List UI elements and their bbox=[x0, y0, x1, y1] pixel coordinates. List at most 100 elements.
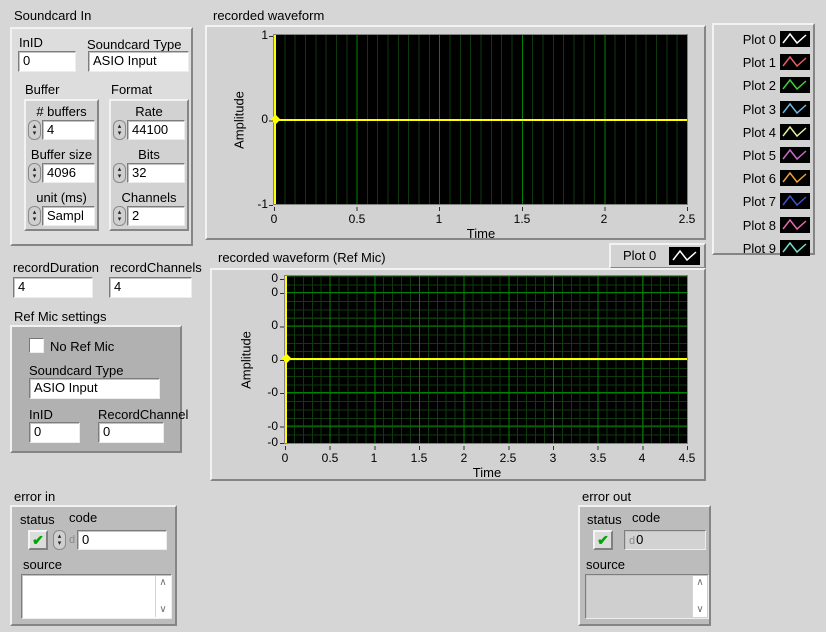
rate-field[interactable]: 44100 bbox=[127, 120, 185, 140]
graph2-ytick-marks bbox=[280, 293, 284, 433]
graph2-plot-area[interactable] bbox=[284, 275, 688, 444]
scroll-down-icon[interactable]: ∨ bbox=[156, 604, 170, 616]
legend-swatch[interactable] bbox=[780, 101, 810, 117]
error-in-code-field[interactable]: 0 bbox=[77, 530, 167, 550]
decrement-icon[interactable]: ▾ bbox=[33, 216, 37, 223]
scroll-up-icon[interactable]: ∧ bbox=[693, 577, 707, 589]
bits-spinner[interactable]: ▴▾ bbox=[113, 163, 126, 183]
ref-soundcard-type-label: Soundcard Type bbox=[29, 363, 123, 378]
rate-spinner[interactable]: ▴▾ bbox=[113, 120, 126, 140]
graph2-xtick: 0.5 bbox=[310, 451, 350, 465]
unit-label: unit (ms) bbox=[26, 190, 97, 205]
legend-swatch[interactable] bbox=[780, 217, 810, 233]
graph2-xtick: 2 bbox=[444, 451, 484, 465]
scroll-up-icon[interactable]: ∧ bbox=[156, 577, 170, 589]
soundcard-in-title: Soundcard In bbox=[14, 8, 91, 23]
increment-icon[interactable]: ▴ bbox=[33, 166, 37, 173]
legend-item[interactable]: Plot 8 bbox=[718, 216, 813, 236]
graph2-ytick: -0 bbox=[250, 385, 278, 399]
unit-field[interactable]: Sampl bbox=[42, 206, 95, 226]
legend-item[interactable]: Plot 6 bbox=[718, 169, 813, 189]
format-title: Format bbox=[111, 82, 152, 97]
decrement-icon[interactable]: ▾ bbox=[33, 130, 37, 137]
channels-spinner[interactable]: ▴▾ bbox=[113, 206, 126, 226]
increment-icon[interactable]: ▴ bbox=[58, 533, 62, 540]
error-in-radix: d bbox=[69, 534, 75, 546]
legend-swatch[interactable] bbox=[780, 147, 810, 163]
legend-item[interactable]: Plot 0 bbox=[718, 30, 813, 50]
channels-field[interactable]: 2 bbox=[127, 206, 185, 226]
error-in-status-button[interactable]: ✔ bbox=[28, 530, 48, 550]
legend-swatch[interactable] bbox=[780, 54, 810, 70]
legend-label: Plot 3 bbox=[720, 102, 776, 117]
graph2-ytick: -0 bbox=[250, 419, 278, 433]
legend-item[interactable]: Plot 3 bbox=[718, 100, 813, 120]
record-channels-field[interactable]: 4 bbox=[109, 277, 192, 298]
graph2-xtick-marks bbox=[285, 446, 689, 450]
legend-swatch[interactable] bbox=[780, 124, 810, 140]
graph2-legend[interactable]: Plot 0 bbox=[609, 243, 706, 269]
num-buffers-spinner[interactable]: ▴▾ bbox=[28, 120, 41, 140]
no-ref-mic-label: No Ref Mic bbox=[50, 339, 114, 354]
buffer-size-spinner[interactable]: ▴▾ bbox=[28, 163, 41, 183]
decrement-icon[interactable]: ▾ bbox=[33, 173, 37, 180]
buffer-title: Buffer bbox=[25, 82, 59, 97]
increment-icon[interactable]: ▴ bbox=[33, 209, 37, 216]
increment-icon[interactable]: ▴ bbox=[118, 209, 122, 216]
legend-swatch[interactable] bbox=[780, 193, 810, 209]
checkmark-icon: ✔ bbox=[597, 532, 609, 549]
inid-field[interactable]: 0 bbox=[18, 51, 76, 72]
legend-label: Plot 0 bbox=[720, 32, 776, 47]
ref-inid-field[interactable]: 0 bbox=[29, 422, 80, 443]
legend-swatch[interactable] bbox=[780, 240, 810, 256]
error-in-source-label: source bbox=[23, 557, 62, 572]
soundcard-type-field[interactable]: ASIO Input bbox=[88, 51, 189, 72]
error-out-source-scrollbar[interactable]: ∧ ∨ bbox=[692, 576, 707, 617]
decrement-icon[interactable]: ▾ bbox=[118, 130, 122, 137]
legend-swatch[interactable] bbox=[780, 170, 810, 186]
buffer-size-field[interactable]: 4096 bbox=[42, 163, 95, 183]
legend-item[interactable]: Plot 5 bbox=[718, 146, 813, 166]
graph1-plot-area[interactable] bbox=[273, 34, 688, 205]
buffer-size-label: Buffer size bbox=[26, 147, 97, 162]
record-duration-field[interactable]: 4 bbox=[13, 277, 93, 298]
no-ref-mic-checkbox[interactable] bbox=[29, 338, 44, 353]
graph2-xlabel: Time bbox=[447, 465, 527, 480]
graph1-xlabel: Time bbox=[441, 226, 521, 241]
legend-item[interactable]: Plot 7 bbox=[718, 192, 813, 212]
graph1-panel: Amplitude 1 0 -1 0 0.5 1 1.5 2 2.5 Time bbox=[205, 25, 706, 240]
legend-item[interactable]: Plot 9 bbox=[718, 239, 813, 259]
graph1-trace bbox=[274, 119, 687, 121]
buffer-panel: # buffers ▴▾ 4 Buffer size ▴▾ 4096 unit … bbox=[24, 99, 99, 231]
tick-mark bbox=[280, 279, 284, 280]
legend-label: Plot 6 bbox=[720, 171, 776, 186]
ref-soundcard-type-field[interactable]: ASIO Input bbox=[29, 378, 160, 399]
unit-spinner[interactable]: ▴▾ bbox=[28, 206, 41, 226]
graph1-ytick: -1 bbox=[240, 197, 268, 211]
error-in-code-spinner[interactable]: ▴▾ bbox=[53, 530, 66, 550]
record-channel-field[interactable]: 0 bbox=[98, 422, 164, 443]
legend-swatch[interactable] bbox=[780, 31, 810, 47]
increment-icon[interactable]: ▴ bbox=[118, 166, 122, 173]
bits-field[interactable]: 32 bbox=[127, 163, 185, 183]
graph1-ytick: 0 bbox=[240, 112, 268, 126]
decrement-icon[interactable]: ▾ bbox=[118, 173, 122, 180]
decrement-icon[interactable]: ▾ bbox=[58, 540, 62, 547]
scroll-down-icon[interactable]: ∨ bbox=[693, 604, 707, 616]
plot-line-icon bbox=[783, 57, 806, 66]
graph2-xtick: 1 bbox=[354, 451, 394, 465]
decrement-icon[interactable]: ▾ bbox=[118, 216, 122, 223]
legend-item[interactable]: Plot 1 bbox=[718, 53, 813, 73]
increment-icon[interactable]: ▴ bbox=[118, 123, 122, 130]
num-buffers-field[interactable]: 4 bbox=[42, 120, 95, 140]
graph2-legend-swatch[interactable] bbox=[669, 247, 700, 265]
error-in-source-box[interactable]: ∧ ∨ bbox=[21, 574, 172, 619]
legend-item[interactable]: Plot 4 bbox=[718, 123, 813, 143]
error-out-cluster: status code ✔ d0 source ∧ ∨ bbox=[578, 505, 711, 626]
legend-item[interactable]: Plot 2 bbox=[718, 76, 813, 96]
error-in-source-scrollbar[interactable]: ∧ ∨ bbox=[155, 576, 170, 617]
legend-swatch[interactable] bbox=[780, 77, 810, 93]
ref-inid-label: InID bbox=[29, 407, 53, 422]
increment-icon[interactable]: ▴ bbox=[33, 123, 37, 130]
record-duration-label: recordDuration bbox=[13, 260, 99, 275]
